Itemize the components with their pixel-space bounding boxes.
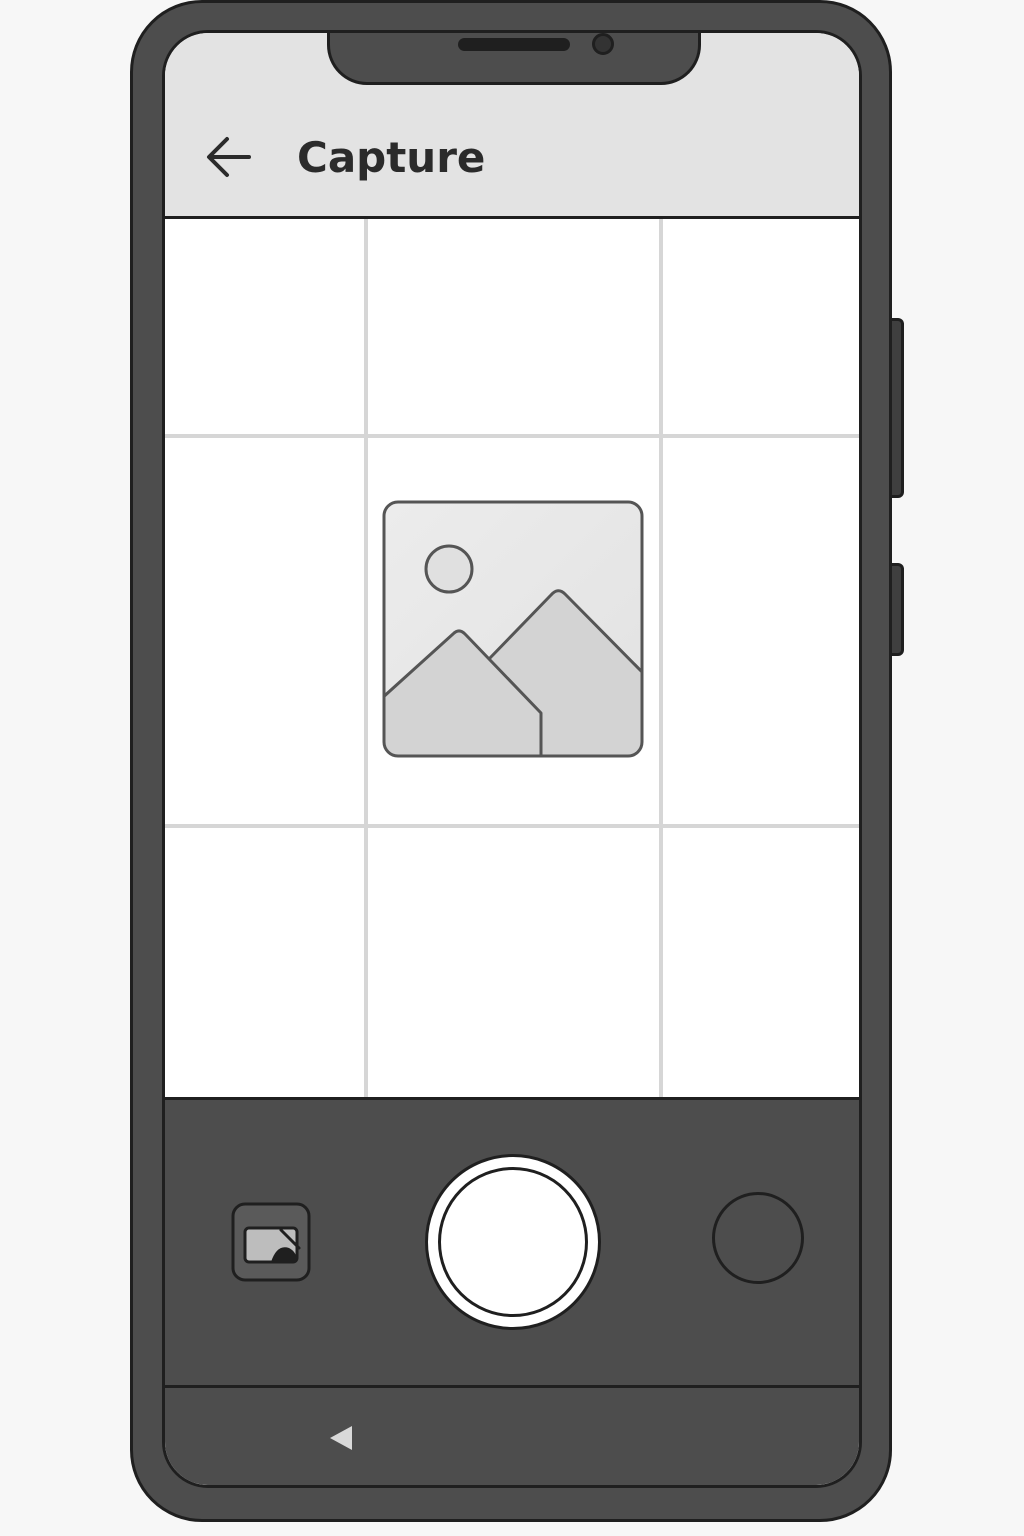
shutter-icon xyxy=(438,1167,588,1317)
back-button[interactable] xyxy=(201,129,257,185)
power-button xyxy=(890,563,904,656)
speaker-grille xyxy=(458,38,570,51)
switch-camera-button[interactable] xyxy=(712,1192,804,1284)
front-camera xyxy=(592,33,614,55)
arrow-left-icon xyxy=(207,137,251,177)
shutter-button[interactable] xyxy=(425,1154,601,1330)
notch xyxy=(327,33,701,85)
grid-line-vertical xyxy=(364,219,368,1097)
gallery-button[interactable] xyxy=(231,1202,311,1282)
camera-viewfinder[interactable] xyxy=(165,219,859,1097)
camera-controls xyxy=(165,1097,859,1385)
stage: Capture xyxy=(0,0,1024,1536)
volume-button xyxy=(890,318,904,498)
grid-line-horizontal xyxy=(165,434,859,438)
phone-screen: Capture xyxy=(162,30,862,1488)
page-title: Capture xyxy=(297,133,486,182)
triangle-back-icon xyxy=(330,1426,352,1450)
system-nav-bar xyxy=(165,1385,859,1485)
image-placeholder-icon xyxy=(381,499,645,759)
system-back-button[interactable] xyxy=(321,1418,361,1458)
grid-line-horizontal xyxy=(165,824,859,828)
grid-line-vertical xyxy=(659,219,663,1097)
gallery-icon xyxy=(231,1202,311,1282)
